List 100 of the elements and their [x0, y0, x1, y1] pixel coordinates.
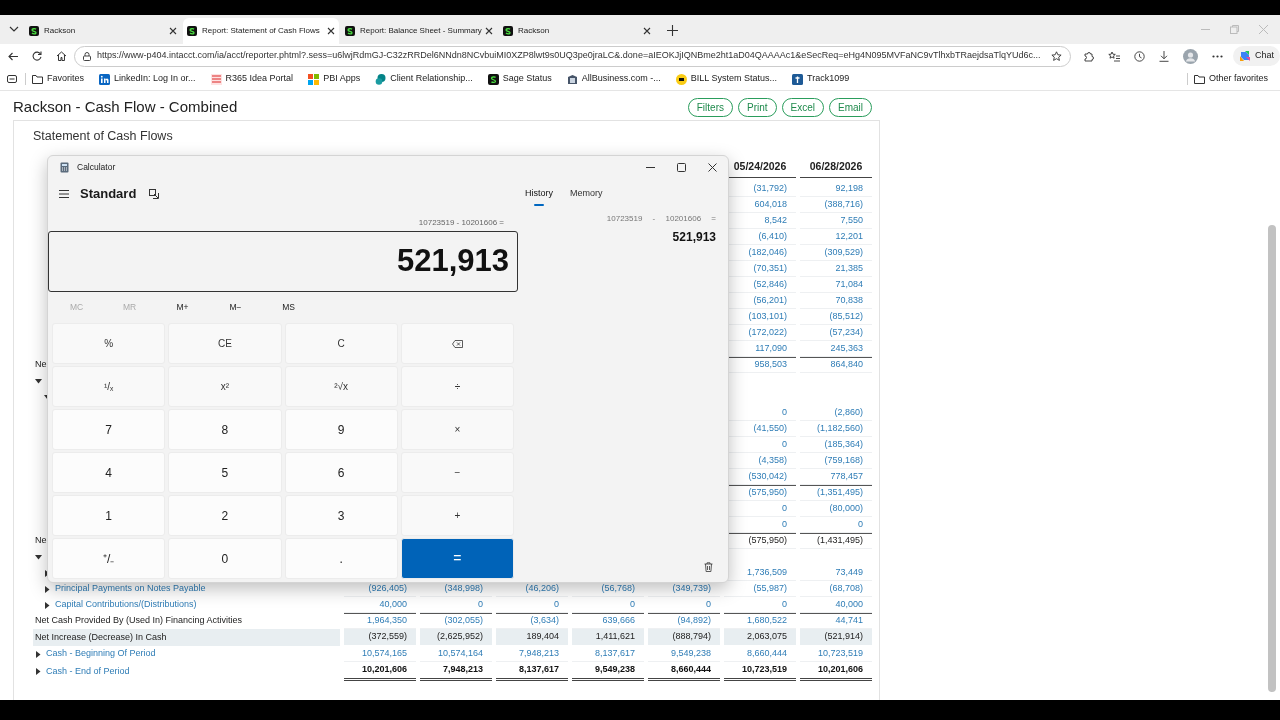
- home-icon[interactable]: [55, 51, 67, 61]
- trash-icon[interactable]: [704, 562, 713, 572]
- report-action-button[interactable]: Excel: [781, 98, 824, 117]
- bookmark-link[interactable]: PBI Apps: [308, 72, 361, 86]
- circles-logo-icon: [375, 73, 387, 85]
- close-icon[interactable]: [327, 27, 335, 35]
- favorites-icon[interactable]: [1108, 50, 1120, 62]
- table-cell: (85,512): [800, 309, 872, 325]
- bookmark-link[interactable]: Sage Status: [487, 72, 552, 86]
- report-action-button[interactable]: Print: [737, 98, 777, 117]
- refresh-icon[interactable]: [31, 51, 42, 61]
- calculator-key[interactable]: =: [400, 538, 514, 579]
- bookmark-link[interactable]: LinkedIn: Log In or...: [99, 72, 196, 86]
- download-icon[interactable]: [1159, 50, 1169, 62]
- maximize-icon[interactable]: [677, 162, 686, 172]
- bookmark-link[interactable]: Other favorites: [1193, 72, 1268, 86]
- row-label-link[interactable]: Capital Contributions/(Distributions): [55, 598, 197, 612]
- calculator-key[interactable]: 5: [168, 452, 282, 493]
- table-cell: (1,431,495): [800, 533, 872, 549]
- calculator-key[interactable]: .: [284, 538, 398, 579]
- bookmark-link[interactable]: BILL System Status...: [675, 72, 777, 86]
- browser-tab[interactable]: Report: Balance Sheet - Summary: [341, 18, 497, 44]
- more-icon[interactable]: [1212, 54, 1223, 58]
- menu-icon[interactable]: [59, 190, 69, 198]
- circle-logo-icon: [675, 73, 687, 85]
- calculator-key[interactable]: 0: [168, 538, 282, 579]
- plus-icon[interactable]: [667, 25, 678, 36]
- site-logo-icon: [792, 73, 803, 85]
- panel-tab[interactable]: History: [525, 178, 553, 210]
- bookmark-link[interactable]: Track1099: [792, 72, 850, 86]
- table-cell: 8,660,444: [648, 662, 720, 681]
- browser-tab[interactable]: Report: Statement of Cash Flows: [183, 18, 339, 44]
- reading-list-icon[interactable]: [7, 75, 17, 83]
- star-icon[interactable]: [1051, 50, 1062, 62]
- calculator-key[interactable]: 1: [52, 495, 166, 536]
- expand-right-icon[interactable]: [44, 585, 51, 593]
- memory-button[interactable]: M−: [209, 296, 262, 319]
- bookmark-link[interactable]: AllBusiness.com -...: [566, 72, 661, 86]
- row-label-link[interactable]: Principal Payments on Notes Payable: [55, 582, 206, 596]
- keep-on-top-icon[interactable]: [149, 189, 160, 199]
- copilot-icon: [1239, 50, 1251, 62]
- close-icon[interactable]: [169, 27, 177, 35]
- calculator-key[interactable]: ¹/ₓ: [52, 366, 166, 407]
- expand-right-icon[interactable]: [35, 668, 42, 675]
- chevron-down-icon[interactable]: [9, 26, 19, 32]
- expand-down-icon[interactable]: [35, 377, 42, 385]
- calculator-key[interactable]: 6: [284, 452, 398, 493]
- history-result[interactable]: 521,913: [518, 228, 716, 246]
- calculator-key[interactable]: CE: [168, 323, 282, 364]
- calculator-key[interactable]: x²: [168, 366, 282, 407]
- bookmark-link[interactable]: R365 Idea Portal: [210, 72, 294, 86]
- calculator-key[interactable]: C: [284, 323, 398, 364]
- table-cell: 245,363: [800, 341, 872, 357]
- table-cell: (1,351,495): [800, 485, 872, 501]
- app-favicon-icon: [487, 73, 499, 85]
- calculator-key[interactable]: ²√x: [284, 366, 398, 407]
- calculator-key[interactable]: 3: [284, 495, 398, 536]
- calculator-key[interactable]: −: [400, 452, 514, 493]
- calculator-key[interactable]: 8: [168, 409, 282, 450]
- calculator-key[interactable]: ⁺/₋: [52, 538, 166, 579]
- app-favicon-icon: [503, 26, 513, 36]
- bookmark-link[interactable]: Client Relationship...: [375, 72, 473, 86]
- close-icon[interactable]: [643, 27, 651, 35]
- expand-right-icon[interactable]: [35, 650, 42, 658]
- calculator-key[interactable]: 2: [168, 495, 282, 536]
- table-cell: 10,574,165: [344, 646, 416, 662]
- calculator-key[interactable]: %: [52, 323, 166, 364]
- calculator-key[interactable]: 9: [284, 409, 398, 450]
- table-cell: (68,708): [800, 581, 872, 597]
- bookmark-link[interactable]: Favorites: [32, 72, 84, 86]
- memory-button[interactable]: M+: [156, 296, 209, 319]
- calculator-key[interactable]: ×: [400, 409, 514, 450]
- calculator-key[interactable]: ÷: [400, 366, 514, 407]
- table-cell: 10,574,164: [420, 646, 492, 662]
- memory-button[interactable]: MS: [262, 296, 315, 319]
- table-cell: 864,840: [800, 357, 872, 373]
- row-label-link[interactable]: Cash - Beginning Of Period: [46, 647, 156, 661]
- chat-button[interactable]: Chat: [1233, 46, 1280, 66]
- expand-down-icon[interactable]: [35, 553, 42, 561]
- browser-tab[interactable]: Rackson: [499, 18, 655, 44]
- row-label-link[interactable]: Cash - End of Period: [46, 664, 130, 679]
- app-favicon-icon: [29, 26, 39, 36]
- table-cell: 0: [800, 517, 872, 533]
- report-action-button[interactable]: Filters: [687, 98, 733, 117]
- back-icon[interactable]: [8, 51, 18, 61]
- calculator-key[interactable]: +: [400, 495, 514, 536]
- close-icon[interactable]: [485, 27, 493, 35]
- expand-right-icon[interactable]: [44, 601, 51, 609]
- table-cell: 0: [420, 597, 492, 613]
- puzzle-icon[interactable]: [1083, 50, 1094, 62]
- table-cell: 10,201,606: [800, 662, 872, 681]
- browser-tab[interactable]: Rackson: [25, 18, 181, 44]
- calculator-key[interactable]: 4: [52, 452, 166, 493]
- history-icon[interactable]: [1134, 50, 1145, 62]
- table-cell: 40,000: [800, 597, 872, 613]
- panel-tab[interactable]: Memory: [570, 178, 603, 210]
- table-cell: 9,549,238: [648, 646, 720, 662]
- calculator-key[interactable]: 7: [52, 409, 166, 450]
- close-icon[interactable]: [708, 162, 717, 172]
- report-action-button[interactable]: Email: [829, 98, 872, 117]
